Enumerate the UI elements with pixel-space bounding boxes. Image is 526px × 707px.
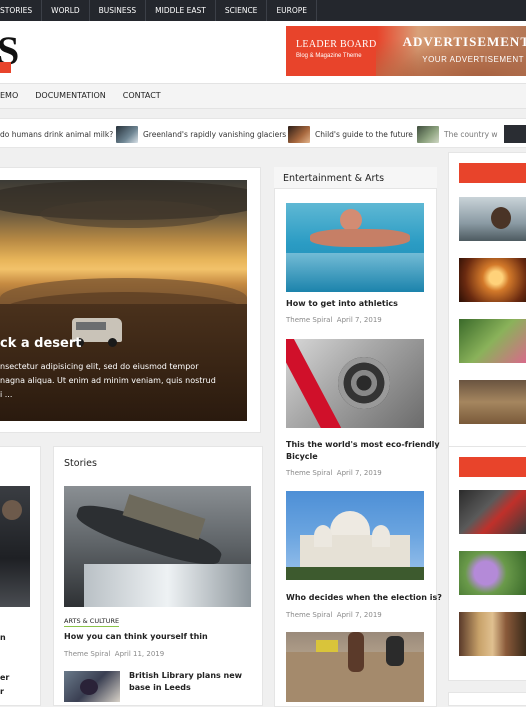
ticker-item[interactable]: Greenland's rapidly vanishing glaciers [116, 119, 286, 149]
topbar-item-business[interactable]: BUSINESS [90, 0, 147, 21]
topbar-item-stories[interactable]: STORIES [0, 0, 43, 21]
category-tag[interactable]: ARTS & CULTURE [64, 617, 120, 627]
ticker-thumbnail [116, 125, 138, 143]
ad-right-title: ADVERTISEMENT [402, 34, 526, 49]
section-title-entertainment[interactable]: Entertainment & Arts [283, 173, 384, 184]
partial-text: er [0, 673, 10, 682]
ad-subtitle: Blog & Magazine Theme [296, 53, 362, 59]
ad-title: LEADER BOARD [296, 39, 377, 50]
post-title-line: This the world's most eco-friendly [286, 440, 440, 449]
leaderboard-ad[interactable]: LEADER BOARD Blog & Magazine Theme ADVER… [286, 26, 526, 76]
post-title[interactable]: This the world's most eco-friendly Bicyc… [286, 439, 440, 463]
ticker-next-button[interactable] [504, 125, 526, 143]
post-title-line: Bicycle [286, 452, 318, 461]
logo-accent-bar [0, 62, 11, 73]
nav-item-contact[interactable]: CONTACT [123, 84, 178, 108]
post-author[interactable]: Theme Spiral [286, 469, 332, 477]
nav-item-documentation[interactable]: DOCUMENTATION [35, 84, 122, 108]
post-title-line: base in Leeds [129, 683, 191, 692]
topbar-item-world[interactable]: WORLD [42, 0, 90, 21]
partial-text: n [0, 633, 6, 642]
ticker-thumbnail [417, 125, 439, 143]
post-image-swimmer[interactable] [286, 203, 424, 292]
post-title[interactable]: How to get into athletics [286, 298, 398, 310]
post-meta: Theme Spiral April 7, 2019 [286, 316, 382, 324]
partial-text: r [0, 687, 4, 696]
post-date: April 7, 2019 [336, 316, 382, 324]
site-header: S LEADER BOARD Blog & Magazine Theme ADV… [0, 21, 526, 83]
post-meta: Theme Spiral April 7, 2019 [286, 469, 382, 477]
post-thumbnail-library[interactable] [64, 671, 120, 702]
post-image-basilica[interactable] [286, 491, 424, 580]
post-date: April 11, 2019 [114, 650, 165, 658]
sidebar-thumbnail[interactable] [459, 258, 526, 302]
ticker-item-text: do humans drink animal milk? [0, 129, 114, 139]
sidebar-thumbnail[interactable] [459, 490, 526, 534]
ticker-item-text: Greenland's rapidly vanishing glaciers [143, 129, 287, 139]
post-image-boat[interactable] [64, 486, 251, 607]
partial-post-image[interactable] [0, 486, 30, 607]
ticker-item-text: The country w [444, 129, 498, 139]
excerpt-line: nsectetur adipisicing elit, sed do eiusm… [0, 362, 199, 371]
ticker-item[interactable]: The country w [417, 119, 498, 149]
post-image-bicycle[interactable] [286, 339, 424, 428]
ad-right-subtitle: YOUR ADVERTISEMENT [422, 55, 524, 64]
post-image-obstacle-race[interactable] [286, 632, 424, 702]
post-author[interactable]: Theme Spiral [286, 611, 332, 619]
post-title-line: British Library plans new [129, 671, 243, 680]
news-ticker: do humans drink animal milk? Greenland's… [0, 118, 526, 148]
post-meta: Theme Spiral April 7, 2019 [286, 611, 382, 619]
sidebar-thumbnail[interactable] [459, 612, 526, 656]
ticker-item-text: Child's guide to the future [315, 129, 413, 139]
excerpt-line: i ... [0, 390, 13, 399]
sidebar-thumbnail[interactable] [459, 197, 526, 241]
featured-post-excerpt: nsectetur adipisicing elit, sed do eiusm… [0, 360, 235, 402]
sidebar-thumbnail[interactable] [459, 380, 526, 424]
sidebar-widget-header-bar [459, 457, 526, 477]
sidebar-widget-3 [448, 692, 526, 706]
sidebar-thumbnail[interactable] [459, 551, 526, 595]
featured-post-title[interactable]: ck a desert [0, 336, 81, 351]
sidebar-widget-header-bar [459, 163, 526, 183]
post-author[interactable]: Theme Spiral [64, 650, 110, 658]
post-author[interactable]: Theme Spiral [286, 316, 332, 324]
top-category-bar: STORIES WORLD BUSINESS MIDDLE EAST SCIEN… [0, 0, 526, 21]
post-date: April 7, 2019 [336, 611, 382, 619]
post-title[interactable]: How you can think yourself thin [64, 631, 208, 643]
ticker-item[interactable]: Child's guide to the future [288, 119, 413, 149]
topbar-item-europe[interactable]: EUROPE [267, 0, 318, 21]
excerpt-line: nagna aliqua. Ut enim ad minim veniam, q… [0, 376, 216, 385]
main-navigation: EMO DOCUMENTATION CONTACT [0, 83, 526, 109]
nav-item-demo[interactable]: EMO [0, 84, 35, 108]
ticker-item[interactable]: do humans drink animal milk? [0, 119, 113, 149]
post-title[interactable]: British Library plans new base in Leeds [129, 670, 242, 694]
post-meta: Theme Spiral April 11, 2019 [64, 650, 164, 658]
topbar-item-science[interactable]: SCIENCE [216, 0, 268, 21]
section-title-stories[interactable]: Stories [64, 458, 97, 469]
sidebar-thumbnail[interactable] [459, 319, 526, 363]
topbar-item-middle-east[interactable]: MIDDLE EAST [146, 0, 216, 21]
post-date: April 7, 2019 [336, 469, 382, 477]
post-title[interactable]: Who decides when the election is? [286, 592, 442, 604]
ticker-thumbnail [288, 125, 310, 143]
